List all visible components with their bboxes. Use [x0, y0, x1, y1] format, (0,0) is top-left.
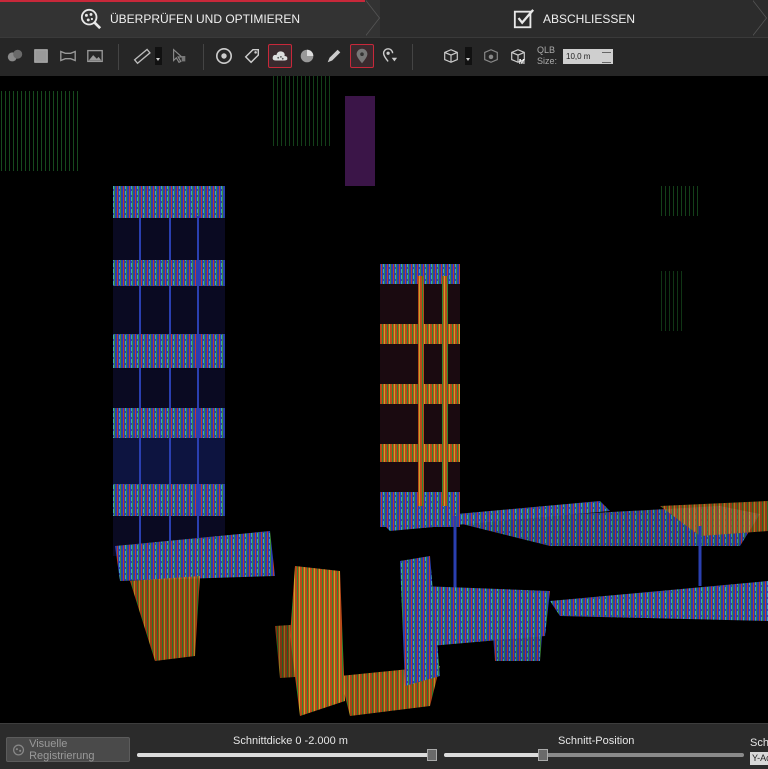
toolbar-separator: [203, 44, 204, 70]
tag-icon[interactable]: [241, 45, 263, 67]
qlb-label: QLB: [537, 45, 556, 55]
axis-select[interactable]: Y-Ac: [750, 752, 768, 765]
box-view-icon[interactable]: [440, 45, 462, 67]
active-step-indicator: [0, 0, 365, 2]
add-location-icon[interactable]: [378, 45, 400, 67]
step-end-divider-fill: [752, 0, 766, 36]
step-review-optimize[interactable]: ÜBERPRÜFEN UND OPTIMIEREN: [0, 0, 380, 37]
visual-registration-button[interactable]: Visuelle Registrierung: [6, 737, 130, 762]
main-toolbar: M: [0, 37, 768, 76]
box-view-dropdown[interactable]: [465, 47, 472, 65]
size-spinner[interactable]: [602, 52, 611, 63]
section-thickness-fill: [137, 753, 431, 757]
section-thickness-label: Schnittdicke 0 -2.000 m: [233, 735, 348, 747]
section-position-fill: [444, 753, 541, 757]
toolbar-separator: [412, 44, 413, 70]
section-cut-label: Schn: [750, 737, 768, 749]
section-thickness-slider[interactable]: [137, 749, 437, 761]
registration-icon: [13, 743, 25, 756]
section-position-slider[interactable]: [444, 749, 744, 761]
qlb-size-input[interactable]: 10,0 m: [563, 49, 613, 64]
box-m-icon[interactable]: M: [507, 45, 529, 67]
section-thickness-thumb[interactable]: [427, 749, 437, 761]
section-position-thumb[interactable]: [538, 749, 548, 761]
toolbar-separator: [118, 44, 119, 70]
measure-icon[interactable]: [131, 45, 153, 67]
pie-icon[interactable]: [296, 45, 318, 67]
step-finish[interactable]: ABSCHLIESSEN: [380, 0, 768, 37]
qlb-size-value: 10,0 m: [566, 52, 591, 61]
qlb-size-label: QLB Size:: [537, 45, 557, 67]
panorama-icon[interactable]: [57, 45, 79, 67]
layers-icon[interactable]: [4, 45, 26, 67]
measure-dropdown[interactable]: [155, 47, 162, 65]
step-finish-label: ABSCHLIESSEN: [542, 11, 636, 26]
pencil-icon[interactable]: [323, 45, 345, 67]
section-position-label: Schnitt-Position: [558, 735, 635, 747]
visual-registration-label: Visuelle Registrierung: [29, 737, 95, 762]
image-icon[interactable]: [84, 45, 106, 67]
checkbox-icon: [513, 8, 535, 28]
point-cloud-viewport[interactable]: [0, 76, 768, 723]
square-select-icon[interactable]: [30, 45, 52, 67]
left-building: [113, 186, 225, 556]
step-divider-fill: [365, 0, 379, 36]
step-review-label: ÜBERPRÜFEN UND OPTIMIEREN: [109, 11, 300, 26]
middle-building: [380, 264, 460, 527]
point-cloud-render: [0, 76, 768, 716]
cloud-icon[interactable]: [268, 44, 292, 68]
select-arrow-icon[interactable]: [168, 45, 190, 67]
box-eye-icon[interactable]: [480, 45, 502, 67]
review-magnifier-icon: [80, 8, 102, 29]
svg-text:M: M: [519, 57, 525, 65]
circle-target-icon[interactable]: [213, 45, 235, 67]
size-label: Size:: [537, 56, 558, 66]
workflow-step-bar: ÜBERPRÜFEN UND OPTIMIEREN ABSCHLIESSEN: [0, 0, 768, 37]
marker-icon[interactable]: [350, 44, 374, 68]
